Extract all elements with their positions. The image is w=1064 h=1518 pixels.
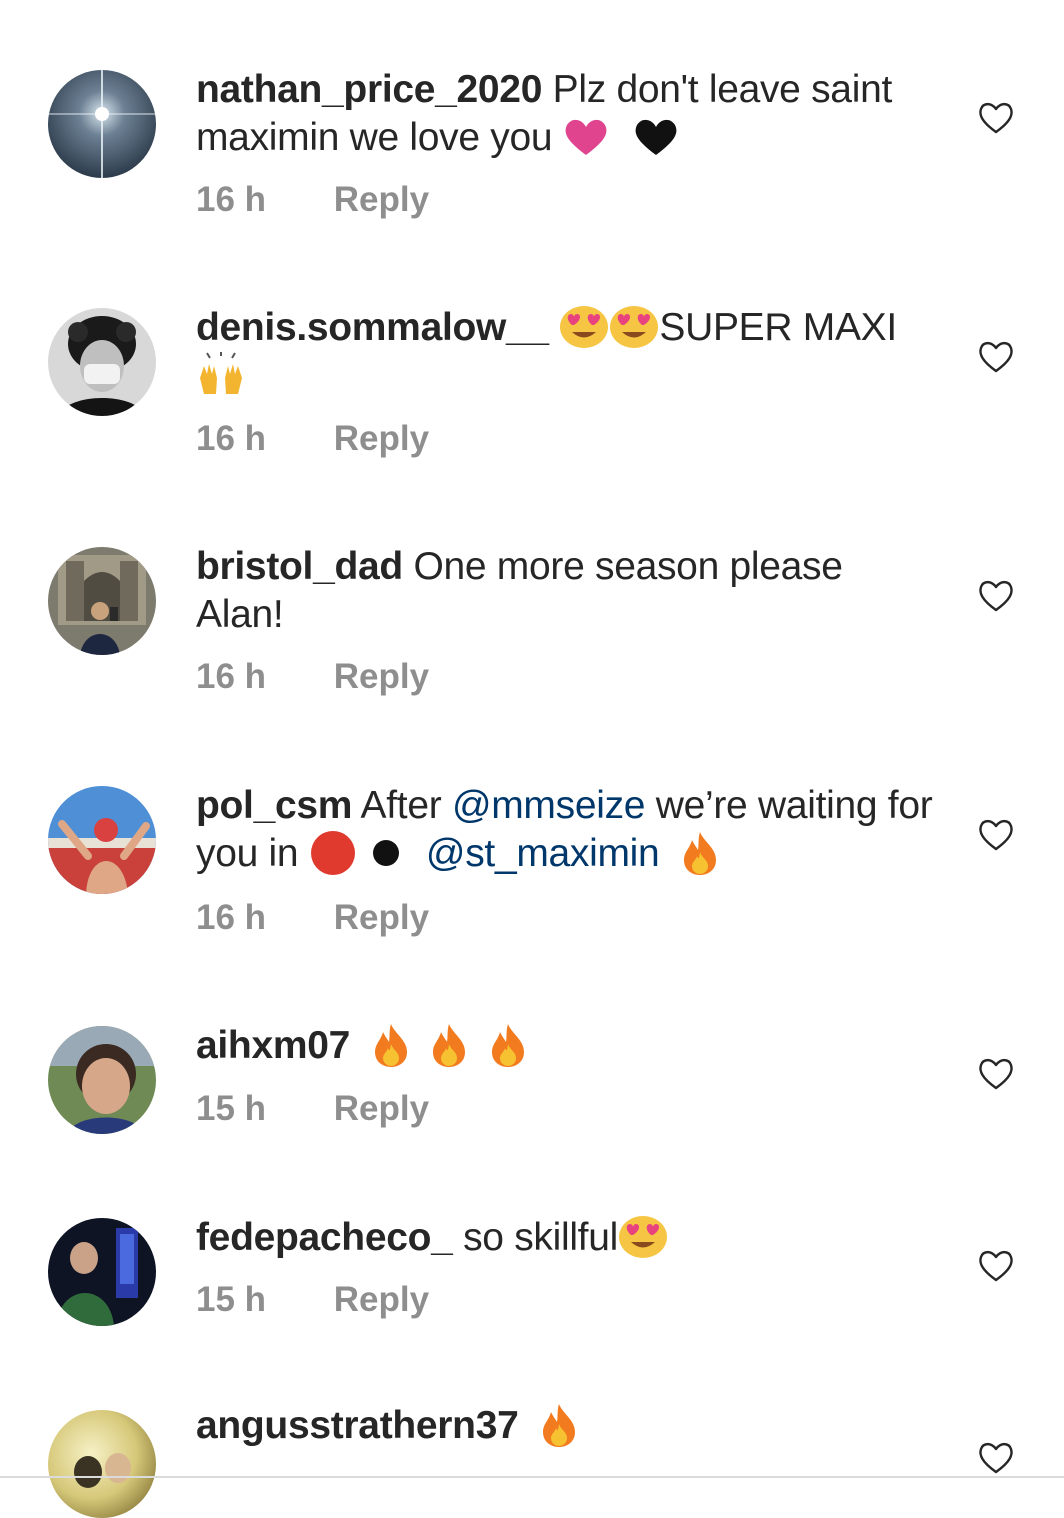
comment-timestamp: 16 h — [196, 657, 267, 696]
like-heart-icon[interactable] — [976, 1438, 1016, 1478]
pink-heart-icon — [563, 117, 609, 157]
avatar[interactable] — [48, 1410, 156, 1518]
comment-text: denis.sommalow__ SUPER MAXI — [196, 304, 936, 401]
like-heart-icon[interactable] — [976, 337, 1016, 377]
red-circle-icon — [309, 829, 357, 877]
avatar[interactable] — [48, 786, 156, 894]
avatar[interactable] — [48, 308, 156, 416]
reply-button[interactable]: Reply — [334, 1089, 429, 1129]
comment-meta: 15 h Reply — [196, 1089, 936, 1129]
reply-button[interactable]: Reply — [334, 898, 429, 938]
mention-link[interactable]: @mmseize — [452, 784, 646, 827]
black-heart-icon — [633, 117, 679, 157]
fire-icon — [680, 830, 720, 876]
like-heart-icon[interactable] — [976, 1054, 1016, 1094]
like-heart-icon[interactable] — [976, 1246, 1016, 1286]
comment-timestamp: 15 h — [196, 1088, 267, 1128]
comment-username[interactable]: nathan_price_2020 — [196, 68, 542, 111]
avatar[interactable] — [48, 70, 156, 178]
comment-timestamp: 16 h — [196, 418, 267, 458]
comment-text: bristol_dad One more season please Alan! — [196, 543, 936, 639]
comment-body: nathan_price_2020 Plz don't leave saint … — [196, 66, 936, 220]
comment-meta: 16 h Reply — [196, 180, 936, 220]
reply-button[interactable]: Reply — [334, 1280, 429, 1320]
avatar[interactable] — [48, 1218, 156, 1326]
comment-text: fedepacheco_ so skillful — [196, 1214, 936, 1262]
comment-username[interactable]: fedepacheco_ — [196, 1216, 453, 1259]
comment-body: aihxm07 15 h Reply — [196, 1022, 936, 1129]
heart-eyes-icon — [609, 305, 659, 349]
like-heart-icon[interactable] — [976, 98, 1016, 138]
comment-text: nathan_price_2020 Plz don't leave saint … — [196, 66, 936, 162]
comment-text: aihxm07 — [196, 1022, 936, 1071]
fire-icon — [539, 1402, 579, 1448]
comment-timestamp: 16 h — [196, 897, 267, 937]
comment-timestamp: 16 h — [196, 180, 267, 219]
comment-meta: 16 h Reply — [196, 657, 936, 697]
heart-eyes-icon — [618, 1215, 668, 1259]
reply-button[interactable]: Reply — [334, 657, 429, 697]
comment-message: SUPER MAXI — [659, 306, 897, 349]
comment-body: pol_csm After @mmseize we’re waiting for… — [196, 782, 936, 938]
comment-username[interactable]: pol_csm — [196, 784, 352, 827]
comment-username[interactable]: bristol_dad — [196, 545, 403, 588]
like-heart-icon[interactable] — [976, 576, 1016, 616]
comment-message: so skillful — [463, 1216, 618, 1259]
mention-link[interactable]: @st_maximin — [426, 832, 660, 875]
comment-meta: 15 h Reply — [196, 1280, 936, 1320]
comment-body: fedepacheco_ so skillful 15 h Reply — [196, 1214, 936, 1320]
black-circle-icon — [371, 838, 401, 868]
comment-timestamp: 15 h — [196, 1280, 267, 1319]
heart-eyes-icon — [559, 305, 609, 349]
comment-message-start: After — [360, 784, 442, 827]
fire-icon — [429, 1022, 469, 1068]
reply-button[interactable]: Reply — [334, 180, 429, 220]
reply-button[interactable]: Reply — [334, 419, 429, 459]
avatar[interactable] — [48, 547, 156, 655]
fire-icon — [488, 1022, 528, 1068]
fire-icon — [371, 1022, 411, 1068]
comment-username[interactable]: angusstrathern37 — [196, 1404, 519, 1447]
raising-hands-icon — [196, 351, 246, 398]
comment-username[interactable]: aihxm07 — [196, 1024, 350, 1067]
comment-meta: 16 h Reply — [196, 419, 936, 459]
like-heart-icon[interactable] — [976, 815, 1016, 855]
comment-text: pol_csm After @mmseize we’re waiting for… — [196, 782, 936, 880]
comment-username[interactable]: denis.sommalow__ — [196, 306, 549, 349]
comment-body: denis.sommalow__ SUPER MAXI 16 h Reply — [196, 304, 936, 459]
avatar[interactable] — [48, 1026, 156, 1134]
comment-text: angusstrathern37 — [196, 1402, 936, 1451]
comment-body: angusstrathern37 — [196, 1402, 936, 1451]
screen-bottom-divider — [0, 1476, 1064, 1478]
comment-meta: 16 h Reply — [196, 898, 936, 938]
comment-body: bristol_dad One more season please Alan!… — [196, 543, 936, 697]
